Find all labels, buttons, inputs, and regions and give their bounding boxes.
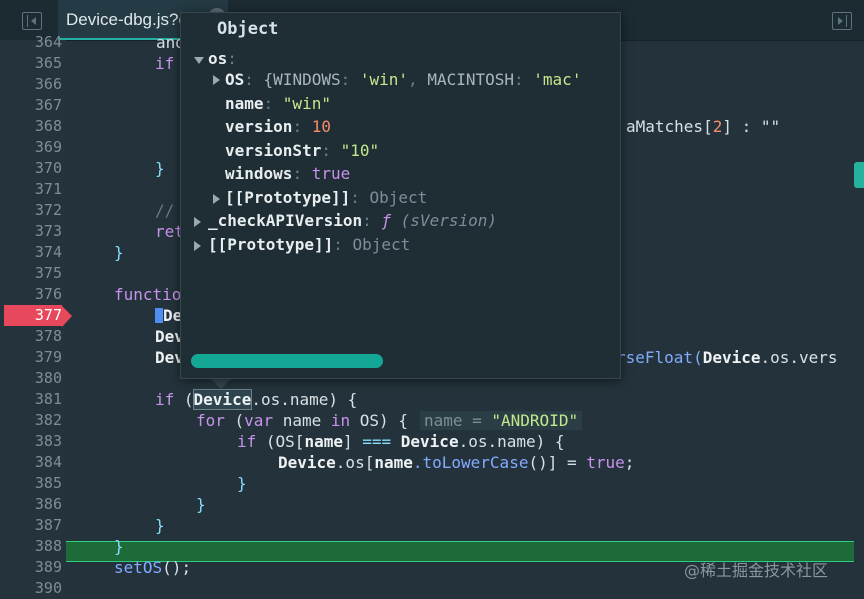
hovered-token[interactable]: Device xyxy=(192,389,253,410)
tree-row-version[interactable]: version: 10 xyxy=(225,116,331,138)
tree-row-root-prototype[interactable]: [[Prototype]]: Object xyxy=(208,234,410,256)
function-icon: ƒ xyxy=(381,211,392,230)
line-number[interactable]: 378 xyxy=(0,326,62,347)
tab-title: Device-dbg.js?c xyxy=(66,10,187,29)
code-line-379-tail: rseFloat(Device.os.vers xyxy=(616,348,838,367)
line-number[interactable]: 380 xyxy=(0,368,62,389)
code-line-386: } xyxy=(196,495,206,514)
expand-arrow-icon[interactable] xyxy=(194,217,201,227)
tree-row-prototype[interactable]: [[Prototype]]: Object xyxy=(225,187,427,209)
line-number[interactable]: 367 xyxy=(0,95,62,116)
tree-row-versionStr[interactable]: versionStr: "10" xyxy=(225,140,379,162)
line-number-gutter[interactable]: 364 365 366 367 368 369 370 371 372 373 … xyxy=(0,33,66,599)
line-number[interactable]: 381 xyxy=(0,389,62,410)
line-number[interactable]: 364 xyxy=(0,32,62,53)
tree-row-OS[interactable]: OS: {WINDOWS: 'win', MACINTOSH: 'mac' xyxy=(225,69,581,91)
line-number[interactable]: 365 xyxy=(0,53,62,74)
panel-collapse-right-icon[interactable] xyxy=(832,12,852,30)
line-number[interactable]: 385 xyxy=(0,473,62,494)
popover-caret xyxy=(210,378,232,389)
popover-title: Object xyxy=(217,19,279,39)
expand-arrow-icon[interactable] xyxy=(194,241,201,251)
code-line-374: } xyxy=(114,243,124,262)
line-number[interactable]: 382 xyxy=(0,410,62,431)
panel-collapse-left-icon[interactable] xyxy=(22,12,42,30)
code-line-381: if (Device.os.name) { xyxy=(155,389,358,410)
code-line-377: De xyxy=(155,305,182,326)
tree-row-os[interactable]: os: xyxy=(208,48,237,70)
line-number[interactable]: 374 xyxy=(0,242,62,263)
line-number[interactable]: 390 xyxy=(0,578,62,599)
code-line-388: } xyxy=(114,537,124,556)
code-line-376: functio xyxy=(114,285,182,304)
code-line-372: // xyxy=(155,201,175,220)
code-line-387: } xyxy=(155,516,165,535)
popover-horizontal-scrollbar[interactable] xyxy=(191,354,383,368)
current-line-number[interactable]: 388 xyxy=(0,536,62,557)
line-number[interactable]: 373 xyxy=(0,221,62,242)
object-preview-popover[interactable]: Object os: OS: {WINDOWS: 'win', MACINTOS… xyxy=(180,12,621,379)
line-number[interactable]: 375 xyxy=(0,263,62,284)
code-line-365: if xyxy=(155,54,175,73)
line-number[interactable]: 371 xyxy=(0,179,62,200)
overview-ruler-marker[interactable] xyxy=(854,162,864,188)
line-number[interactable]: 379 xyxy=(0,347,62,368)
execution-cursor-icon xyxy=(155,308,163,323)
line-number[interactable]: 369 xyxy=(0,137,62,158)
line-number[interactable]: 389 xyxy=(0,557,62,578)
expand-arrow-icon[interactable] xyxy=(213,194,220,204)
tree-row-checkAPIVersion[interactable]: _checkAPIVersion: ƒ (sVersion) xyxy=(208,210,497,232)
line-number[interactable]: 368 xyxy=(0,116,62,137)
line-number[interactable]: 387 xyxy=(0,515,62,536)
line-number[interactable]: 376 xyxy=(0,284,62,305)
expand-arrow-icon[interactable] xyxy=(213,75,220,85)
code-line-389: setOS(); xyxy=(114,558,192,577)
line-number[interactable]: 384 xyxy=(0,452,62,473)
code-line-384: Device.os[name.toLowerCase()] = true; xyxy=(278,453,635,472)
line-number[interactable]: 386 xyxy=(0,494,62,515)
breakpoint-line-number[interactable]: 377 xyxy=(4,305,62,326)
code-line-385: } xyxy=(237,474,247,493)
line-number[interactable]: 383 xyxy=(0,431,62,452)
code-line-370: } xyxy=(155,159,165,178)
line-number[interactable]: 372 xyxy=(0,200,62,221)
code-line-382: for (var name in OS) {name = "ANDROID" xyxy=(196,410,583,431)
tree-row-name[interactable]: name: "win" xyxy=(225,93,331,115)
tree-row-windows[interactable]: windows: true xyxy=(225,163,350,185)
inline-value-hint: name = "ANDROID" xyxy=(419,411,583,430)
code-line-368: aMatches[2] : "" xyxy=(626,117,781,136)
line-number[interactable]: 370 xyxy=(0,158,62,179)
watermark: @稀土掘金技术社区 xyxy=(684,561,829,580)
expand-arrow-icon[interactable] xyxy=(194,57,204,64)
line-number[interactable]: 366 xyxy=(0,74,62,95)
code-line-383: if (OS[name] === Device.os.name) { xyxy=(237,432,565,451)
